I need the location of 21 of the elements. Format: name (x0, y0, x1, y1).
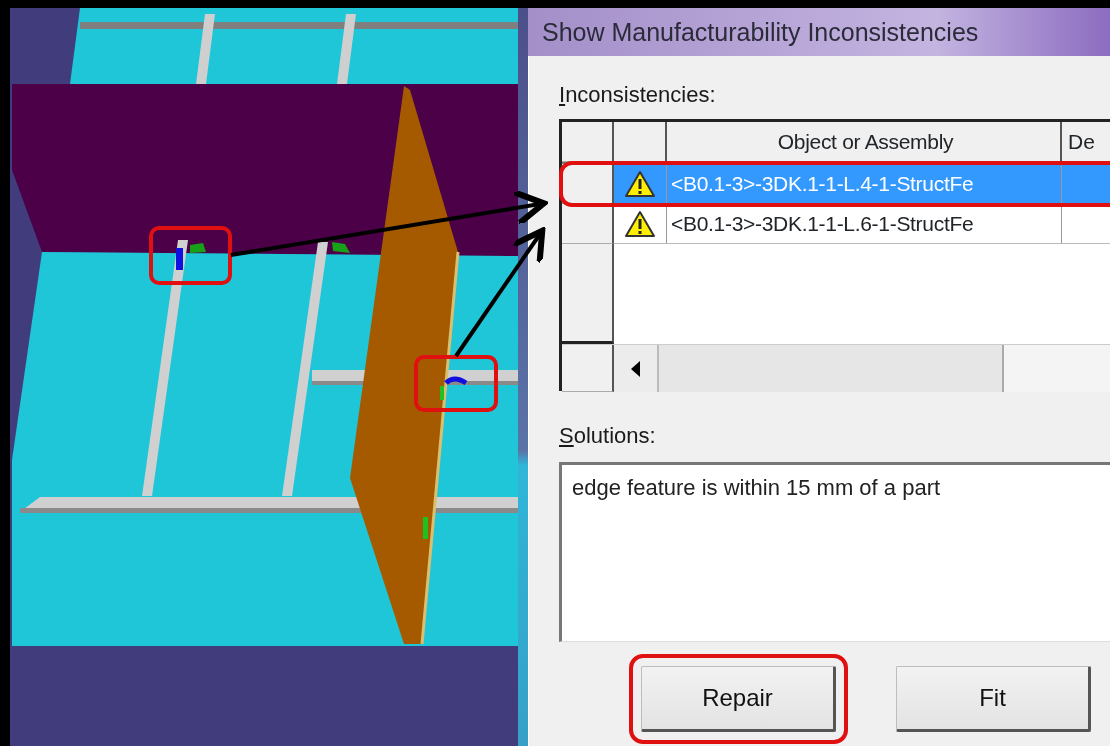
row-header[interactable] (562, 164, 614, 204)
table-row[interactable]: <B0.1-3>-3DK.1-1-L.6-1-StructFe (562, 204, 1110, 244)
solutions-label: Solutions: (559, 422, 656, 450)
column-header[interactable]: De (1062, 122, 1110, 162)
scrollbar-thumb[interactable] (659, 345, 1004, 392)
dialog-button[interactable]: Repair (641, 666, 836, 732)
column-header[interactable]: Object or Assembly (667, 122, 1062, 162)
table-cell: <B0.1-3>-3DK.1-1-L.6-1-StructFe (667, 204, 1062, 244)
inconsistencies-label: Inconsistencies: (559, 81, 716, 109)
warning-icon (624, 170, 656, 198)
scroll-left-button[interactable] (614, 345, 659, 392)
left-arrow-icon (630, 360, 641, 377)
window-title: Show Manufacturability Inconsistencies (542, 18, 979, 46)
row-header[interactable] (562, 204, 614, 244)
dialog-button[interactable]: Fit (896, 666, 1091, 732)
row-header[interactable] (562, 244, 614, 344)
solutions-text-area[interactable]: edge feature is within 15 mm of a part (559, 462, 1110, 642)
warning-icon (624, 209, 656, 238)
table-cell: <B0.1-3>-3DK.1-1-L.4-1-StructFe (667, 164, 1062, 204)
row-header (562, 122, 614, 162)
column-header[interactable] (614, 122, 667, 162)
